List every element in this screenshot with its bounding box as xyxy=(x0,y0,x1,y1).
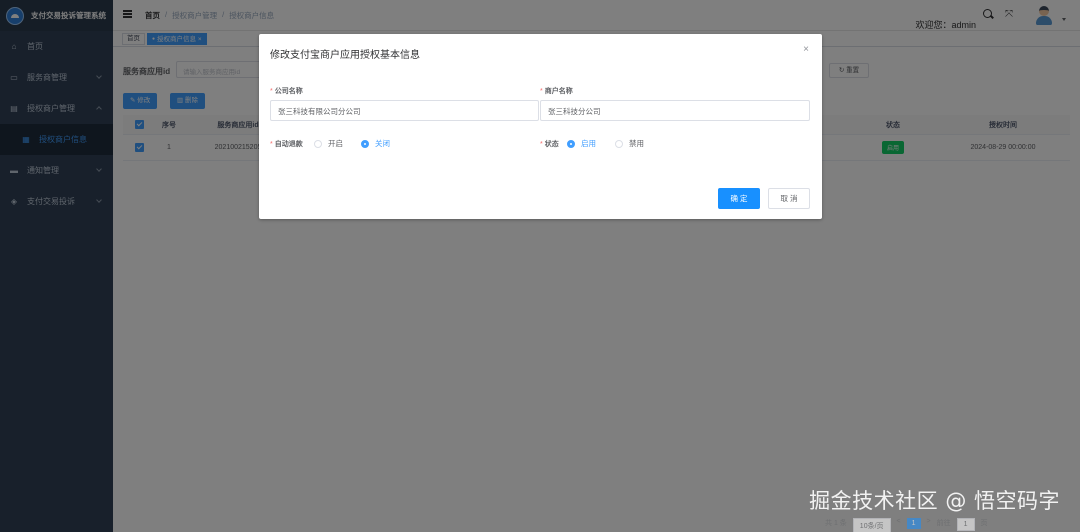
page-size-select[interactable]: 10条/页 xyxy=(852,518,891,532)
pagination: 共 1 条 10条/页 < 1 > 前往 1 页 xyxy=(825,518,988,532)
merchant-label: * 商户名称 xyxy=(540,88,573,95)
goto-input[interactable]: 1 xyxy=(956,518,975,531)
watermark-text: 掘金技术社区 @ 悟空码字 xyxy=(809,489,1060,513)
next-page-button[interactable]: > xyxy=(927,518,931,525)
radio-dot xyxy=(615,139,623,148)
company-name-input[interactable]: 张三科技有限公司分公司 xyxy=(270,100,539,121)
dialog-title: 修改支付宝商户应用授权基本信息 xyxy=(270,50,420,61)
refund-off-radio[interactable]: 关闭 xyxy=(361,138,390,149)
page-unit: 页 xyxy=(980,520,988,527)
merchant-name-input[interactable]: 张三科技分公司 xyxy=(540,100,810,121)
status-label: * 状态 xyxy=(540,141,559,148)
cancel-button[interactable]: 取 消 xyxy=(768,188,810,209)
refund-label: * 自动退款 xyxy=(270,141,303,148)
edit-dialog: 修改支付宝商户应用授权基本信息 × * 公司名称 张三科技有限公司分公司 * 商户名… xyxy=(259,34,822,219)
goto-label: 前往 xyxy=(936,520,951,527)
radio-dot xyxy=(314,139,322,148)
company-label: * 公司名称 xyxy=(270,88,303,95)
status-enable-radio[interactable]: 启用 xyxy=(567,138,596,149)
prev-page-button[interactable]: < xyxy=(897,518,901,525)
page-number[interactable]: 1 xyxy=(906,518,921,529)
radio-dot xyxy=(567,139,575,148)
confirm-button[interactable]: 确 定 xyxy=(718,188,760,209)
pagination-total: 共 1 条 xyxy=(825,520,847,527)
close-icon[interactable]: × xyxy=(803,44,809,55)
status-disable-radio[interactable]: 禁用 xyxy=(615,138,644,149)
radio-dot xyxy=(361,139,369,148)
refund-on-radio[interactable]: 开启 xyxy=(314,138,343,149)
